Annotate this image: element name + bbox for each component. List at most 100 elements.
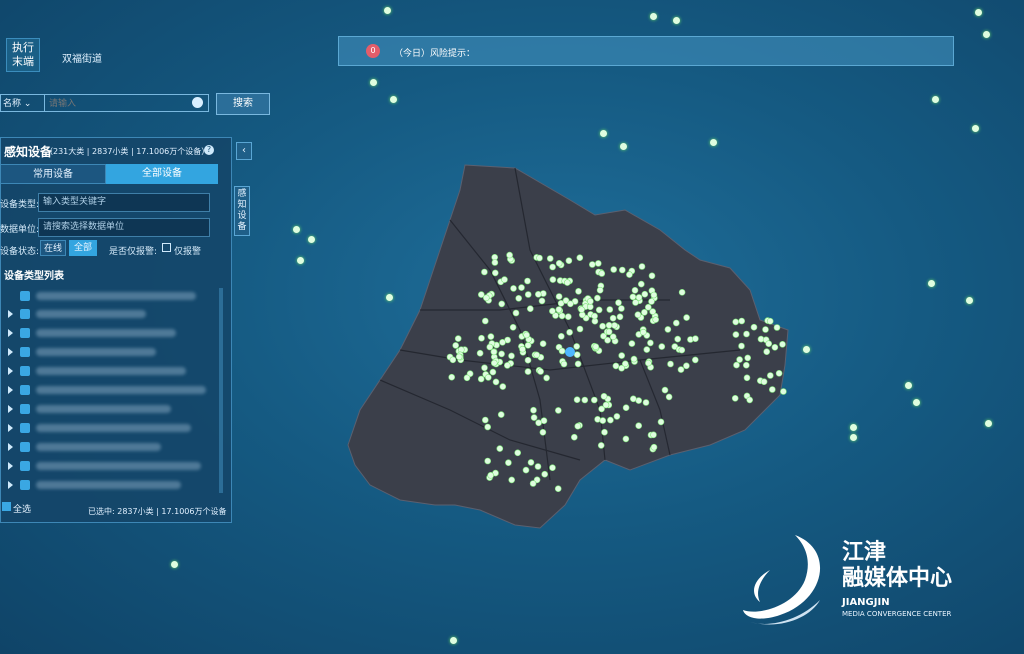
device-marker[interactable] <box>491 259 499 266</box>
device-marker[interactable] <box>630 355 638 363</box>
device-marker[interactable] <box>672 319 680 327</box>
device-marker[interactable] <box>605 322 613 329</box>
expand-icon[interactable] <box>8 462 13 470</box>
device-marker[interactable] <box>505 459 512 467</box>
device-marker[interactable] <box>731 395 739 402</box>
checkbox[interactable] <box>20 366 30 376</box>
device-marker[interactable] <box>549 307 556 315</box>
list-item[interactable] <box>0 476 218 494</box>
device-marker[interactable] <box>484 423 491 431</box>
device-marker[interactable] <box>581 396 589 404</box>
checkbox[interactable] <box>20 385 30 395</box>
device-marker[interactable] <box>455 353 463 361</box>
device-marker[interactable] <box>765 340 773 347</box>
device-marker[interactable] <box>618 266 626 274</box>
device-marker[interactable] <box>766 317 774 325</box>
device-marker[interactable] <box>535 291 542 298</box>
device-marker[interactable] <box>524 291 532 298</box>
expand-icon[interactable] <box>8 367 13 375</box>
device-marker[interactable] <box>637 280 645 288</box>
device-marker[interactable] <box>533 351 540 359</box>
device-marker[interactable] <box>482 416 489 424</box>
device-marker[interactable] <box>607 416 614 424</box>
alarm-only-checkbox[interactable] <box>162 243 171 252</box>
device-marker[interactable] <box>641 290 649 298</box>
device-marker[interactable] <box>762 326 769 333</box>
select-all-label[interactable]: 全选 <box>13 502 31 515</box>
device-marker[interactable] <box>539 340 547 347</box>
device-marker[interactable] <box>743 374 751 382</box>
device-marker[interactable] <box>760 378 768 385</box>
device-marker[interactable] <box>390 96 397 103</box>
checkbox[interactable] <box>20 404 30 414</box>
side-tab-sensing-devices[interactable]: 感知设备 <box>234 186 250 236</box>
device-marker[interactable] <box>504 362 511 369</box>
device-marker[interactable] <box>554 485 562 493</box>
checkbox[interactable] <box>20 328 30 338</box>
device-marker[interactable] <box>558 347 566 355</box>
device-marker[interactable] <box>537 368 544 375</box>
list-item[interactable] <box>0 305 218 323</box>
device-marker[interactable] <box>598 270 606 277</box>
device-marker[interactable] <box>492 269 499 277</box>
device-marker[interactable] <box>555 306 563 313</box>
device-marker[interactable] <box>650 13 657 20</box>
device-marker[interactable] <box>497 411 505 418</box>
device-marker[interactable] <box>549 464 556 472</box>
device-marker[interactable] <box>452 342 459 349</box>
list-item[interactable] <box>0 400 218 418</box>
list-item[interactable] <box>0 343 218 361</box>
device-marker[interactable] <box>578 306 585 313</box>
expand-icon[interactable] <box>8 443 13 451</box>
device-marker[interactable] <box>644 303 652 311</box>
device-marker[interactable] <box>587 303 594 311</box>
device-marker[interactable] <box>618 305 625 312</box>
device-marker[interactable] <box>975 9 982 16</box>
device-marker[interactable] <box>615 299 622 306</box>
list-item[interactable] <box>0 419 218 437</box>
device-marker[interactable] <box>634 311 642 318</box>
device-marker[interactable] <box>541 470 548 478</box>
device-marker[interactable] <box>599 417 607 424</box>
district-label[interactable]: 双福街道 <box>62 50 102 65</box>
device-marker[interactable] <box>529 480 537 487</box>
device-marker[interactable] <box>604 336 611 344</box>
device-marker[interactable] <box>499 383 507 390</box>
device-marker[interactable] <box>803 346 810 353</box>
device-marker[interactable] <box>573 396 581 403</box>
device-marker[interactable] <box>631 287 639 294</box>
device-marker[interactable] <box>489 368 497 376</box>
device-marker[interactable] <box>658 343 666 350</box>
device-marker[interactable] <box>370 79 377 86</box>
device-marker[interactable] <box>743 330 750 338</box>
device-marker[interactable] <box>628 340 636 347</box>
expand-icon[interactable] <box>8 329 13 337</box>
device-marker[interactable] <box>573 351 581 358</box>
checkbox[interactable] <box>20 423 30 433</box>
device-marker[interactable] <box>635 422 643 430</box>
device-marker[interactable] <box>632 299 639 306</box>
device-marker[interactable] <box>673 17 680 24</box>
device-marker[interactable] <box>683 362 690 370</box>
device-marker[interactable] <box>647 339 654 347</box>
device-marker[interactable] <box>481 268 488 276</box>
device-marker[interactable] <box>775 370 783 377</box>
device-marker[interactable] <box>773 324 781 331</box>
expand-icon[interactable] <box>8 386 13 394</box>
device-marker[interactable] <box>527 305 534 312</box>
device-marker[interactable] <box>549 263 556 271</box>
device-marker[interactable] <box>645 359 652 367</box>
checkbox[interactable] <box>20 347 30 357</box>
device-marker[interactable] <box>626 271 633 278</box>
device-marker[interactable] <box>905 382 912 389</box>
device-marker[interactable] <box>738 317 746 325</box>
device-marker[interactable] <box>635 397 643 404</box>
device-marker[interactable] <box>606 306 614 313</box>
device-marker[interactable] <box>616 313 624 321</box>
device-marker[interactable] <box>566 329 573 336</box>
device-marker[interactable] <box>490 348 498 356</box>
device-marker[interactable] <box>661 386 669 394</box>
device-marker[interactable] <box>595 306 603 314</box>
device-marker[interactable] <box>518 284 525 291</box>
list-item[interactable] <box>0 362 218 380</box>
